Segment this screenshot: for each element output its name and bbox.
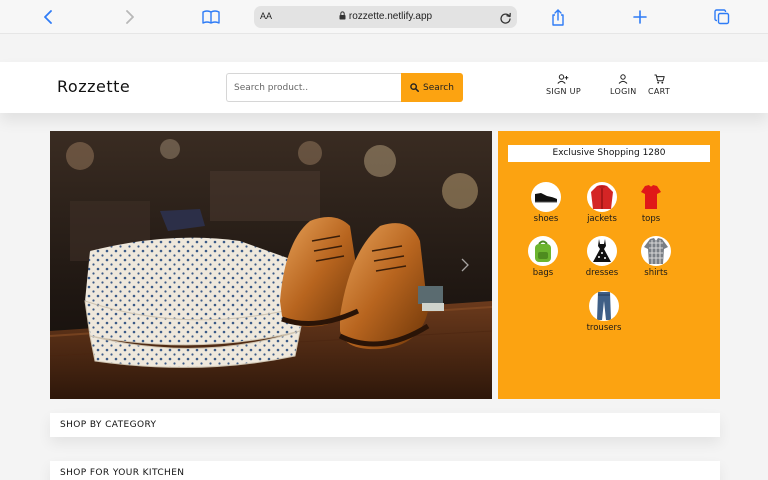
shirt-icon xyxy=(641,236,671,266)
top-icon xyxy=(636,182,666,212)
bag-icon xyxy=(528,236,558,266)
category-label: bags xyxy=(532,268,554,278)
share-icon[interactable] xyxy=(548,7,568,27)
exclusive-panel: Exclusive Shopping 1280 shoes jackets to… xyxy=(498,131,720,399)
category-shoes[interactable]: shoes xyxy=(521,182,571,224)
search-button[interactable]: Search xyxy=(401,73,463,102)
cart-label: CART xyxy=(648,87,671,96)
category-label: trousers xyxy=(586,323,622,333)
site-logo[interactable]: Rozzette xyxy=(57,77,130,96)
add-user-icon xyxy=(557,74,569,84)
cart-icon xyxy=(654,74,665,84)
search-input[interactable] xyxy=(226,73,401,102)
browser-toolbar: AA rozzette.netlify.app xyxy=(0,0,768,33)
category-trousers[interactable]: trousers xyxy=(579,291,629,333)
trousers-icon xyxy=(589,291,619,321)
bookmarks-icon[interactable] xyxy=(201,7,221,27)
signup-link[interactable]: SIGN UP xyxy=(546,74,581,96)
forward-icon[interactable] xyxy=(120,7,140,27)
category-label: dresses xyxy=(585,268,619,278)
category-bags[interactable]: bags xyxy=(518,236,568,278)
hero-carousel[interactable] xyxy=(50,131,492,399)
dress-icon xyxy=(587,236,617,266)
jacket-icon xyxy=(587,182,617,212)
section-shop-by-category: SHOP BY CATEGORY xyxy=(50,413,720,437)
category-label: tops xyxy=(641,214,661,224)
login-label: LOGIN xyxy=(610,87,637,96)
url-text: rozzette.netlify.app xyxy=(348,11,433,22)
signup-label: SIGN UP xyxy=(546,87,581,96)
category-dresses[interactable]: dresses xyxy=(577,236,627,278)
shoe-icon xyxy=(531,182,561,212)
category-label: jackets xyxy=(587,214,617,224)
category-tops[interactable]: tops xyxy=(626,182,676,224)
new-tab-icon[interactable] xyxy=(630,7,650,27)
cart-link[interactable]: CART xyxy=(648,74,670,96)
url-display[interactable]: rozzette.netlify.app xyxy=(254,11,517,22)
exclusive-title: Exclusive Shopping 1280 xyxy=(508,145,710,162)
tabs-overview-icon[interactable] xyxy=(712,7,732,27)
address-bar[interactable]: AA rozzette.netlify.app xyxy=(254,6,517,28)
search-icon xyxy=(410,83,419,92)
category-jackets[interactable]: jackets xyxy=(577,182,627,224)
search-button-label: Search xyxy=(423,82,454,93)
reload-icon[interactable] xyxy=(499,10,512,29)
lock-icon xyxy=(339,11,346,20)
login-link[interactable]: LOGIN xyxy=(610,74,637,96)
site-header: Rozzette Search SIGN UP LOGIN CART xyxy=(0,62,768,113)
toolbar-divider xyxy=(0,33,768,34)
hero-image xyxy=(50,131,492,399)
user-icon xyxy=(618,74,628,84)
category-label: shoes xyxy=(533,214,559,224)
category-shirts[interactable]: shirts xyxy=(631,236,681,278)
back-icon[interactable] xyxy=(38,7,58,27)
section-shop-for-kitchen: SHOP FOR YOUR KITCHEN xyxy=(50,461,720,480)
category-label: shirts xyxy=(644,268,668,278)
